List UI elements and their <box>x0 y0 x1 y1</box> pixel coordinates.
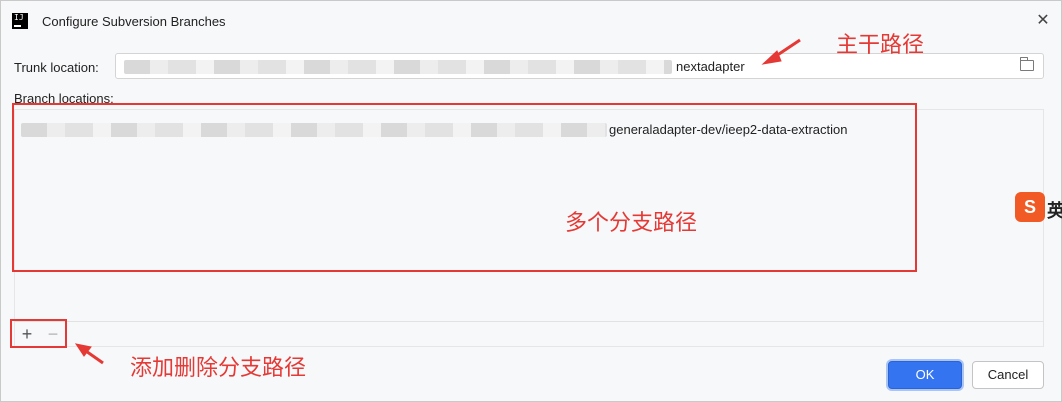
branches-annotation: 多个分支路径 <box>565 211 698 236</box>
annotation-arrows <box>74 38 801 365</box>
ime-mode-label[interactable]: 英 <box>1047 197 1062 223</box>
trunk-arrowhead <box>761 50 782 65</box>
trunk-annotation: 主干路径 <box>836 33 925 58</box>
toolbar-annotation: 添加删除分支路径 <box>130 356 307 381</box>
ime-badge-icon[interactable]: S <box>1015 192 1045 222</box>
